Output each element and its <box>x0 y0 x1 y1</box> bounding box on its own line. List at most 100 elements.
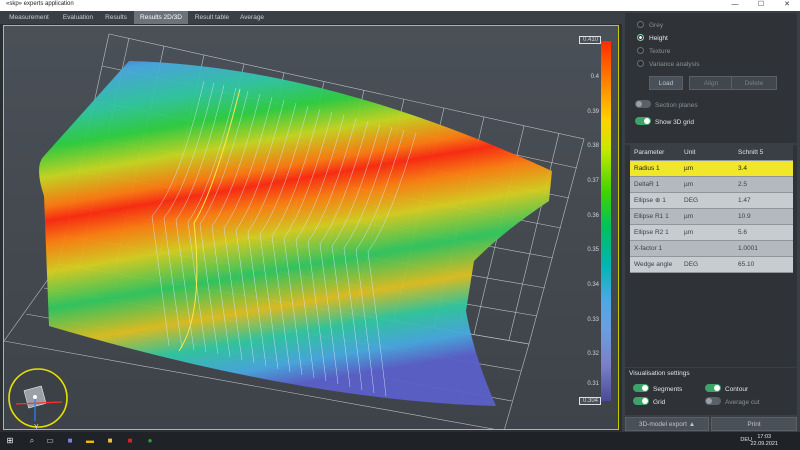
segments-toggle[interactable]: Segments <box>633 384 682 394</box>
radio-variance-analysis[interactable]: Variance analysis <box>637 60 699 71</box>
tab-evaluation[interactable]: Evaluation <box>56 11 100 24</box>
scale-max-label: 0.410 <box>579 36 601 44</box>
radio-indicator <box>637 47 644 54</box>
triangle-up-icon: ▲ <box>688 421 696 428</box>
radio-indicator <box>637 21 644 28</box>
search-icon[interactable]: ⌕ <box>26 435 38 447</box>
teams-icon[interactable]: ■ <box>64 435 76 447</box>
switch-off-indicator <box>705 397 721 405</box>
radio-label: Height <box>649 35 668 42</box>
tab-results[interactable]: Results <box>100 11 132 24</box>
folder-icon[interactable]: ■ <box>104 435 116 447</box>
switch-on-indicator <box>633 397 649 405</box>
cell-parameter: X-factor 1 <box>634 245 663 252</box>
tab-measurement[interactable]: Measurement <box>2 11 56 24</box>
align-button[interactable]: Align <box>689 76 733 90</box>
color-scale-bar: 0.410 0.4 0.39 0.38 0.37 0.36 0.35 0.34 … <box>579 31 615 405</box>
button-label: 3D-model export <box>638 421 687 428</box>
cell-unit: µm <box>684 229 694 236</box>
visualisation-settings-title: Visualisation settings <box>629 370 690 377</box>
cell-parameter: DeltaR 1 <box>634 181 660 188</box>
table-row[interactable]: DeltaR 1 µm 2.5 <box>630 177 793 193</box>
cell-parameter: Radius 1 <box>634 165 660 172</box>
task-view-icon[interactable]: ▭ <box>44 435 56 447</box>
tab-results-2d-3d[interactable]: Results 2D/3D <box>134 11 188 24</box>
cell-unit: µm <box>684 181 694 188</box>
taskbar-clock[interactable]: 17:03 22.09.2021 <box>750 434 778 448</box>
radio-grey[interactable]: Grey <box>637 21 663 32</box>
view-mode-panel: Grey Height Texture Variance analysis Lo… <box>625 13 797 143</box>
cell-parameter: Ellipse ⊕ 1 <box>634 197 666 204</box>
table-row[interactable]: Ellipse R2 1 µm 5.6 <box>630 225 793 241</box>
pdf-icon[interactable]: ■ <box>124 435 136 447</box>
visualisation-settings-panel: Visualisation settings Segments Contour … <box>625 368 797 415</box>
scale-tick: 0.39 <box>587 109 599 115</box>
cell-unit: µm <box>684 165 694 172</box>
parameter-table: Parameter Unit Schnitt 5 Radius 1 µm 3.4… <box>630 145 793 273</box>
cell-parameter: Ellipse R2 1 <box>634 229 669 236</box>
orientation-gizmo[interactable] <box>8 368 68 428</box>
cell-value: 10.9 <box>738 213 751 220</box>
toggle-label: Show 3D grid <box>655 119 695 126</box>
section-planes-toggle[interactable]: Section planes <box>635 100 698 110</box>
close-button[interactable]: ✕ <box>774 0 800 11</box>
browser-icon[interactable]: ● <box>144 435 156 447</box>
height-surface <box>39 61 552 406</box>
scale-tick: 0.4 <box>590 74 599 80</box>
scale-tick: 0.38 <box>587 143 599 149</box>
scale-tick: 0.32 <box>587 351 599 357</box>
scale-tick: 0.35 <box>587 247 599 253</box>
radio-label: Texture <box>649 48 671 55</box>
clock-date: 22.09.2021 <box>750 441 778 447</box>
bottom-buttons: 3D-model export ▲ Print <box>622 416 800 432</box>
cell-value: 3.4 <box>738 165 748 172</box>
table-row[interactable]: Ellipse R1 1 µm 10.9 <box>630 209 793 225</box>
cell-value: 2.5 <box>738 181 748 188</box>
tab-result-table[interactable]: Result table <box>190 11 234 24</box>
table-row[interactable]: Wedge angle DEG 65.10 <box>630 257 793 273</box>
average-cut-toggle[interactable]: Average cut <box>705 397 760 407</box>
cell-parameter: Wedge angle <box>634 261 673 268</box>
column-header: Unit <box>684 149 696 156</box>
maximize-button[interactable]: ☐ <box>748 0 774 11</box>
toggle-label: Section planes <box>655 102 698 109</box>
3d-model-export-button[interactable]: 3D-model export ▲ <box>625 417 709 431</box>
scale-tick: 0.33 <box>587 317 599 323</box>
switch-off-indicator <box>635 100 651 108</box>
scale-min-label: 0.304 <box>579 397 601 405</box>
cell-value: 5.6 <box>738 229 748 236</box>
cell-parameter: Ellipse R1 1 <box>634 213 669 220</box>
app-icon[interactable]: ▬ <box>84 435 96 447</box>
window-title: «skp» experts application <box>6 1 74 7</box>
os-taskbar: ⊞ ⌕ ▭ ■ ▬ ■ ■ ● DEU 17:03 22.09.2021 <box>0 432 800 450</box>
contour-toggle[interactable]: Contour <box>705 384 748 394</box>
load-button[interactable]: Load <box>649 76 683 90</box>
3d-viewport[interactable]: Y <box>3 25 619 430</box>
radio-height[interactable]: Height <box>637 34 668 45</box>
3d-surface-plot[interactable]: Y <box>4 26 619 430</box>
column-header: Schnitt 5 <box>738 149 764 156</box>
toggle-label: Grid <box>653 399 666 406</box>
show-3d-grid-toggle[interactable]: Show 3D grid <box>635 117 694 127</box>
tab-bar: Measurement Evaluation Results Results 2… <box>0 11 622 24</box>
tab-average[interactable]: Average <box>236 11 268 24</box>
cell-value: 65.10 <box>738 261 755 268</box>
cell-unit: DEG <box>684 261 699 268</box>
table-row[interactable]: X-factor 1 1.0001 <box>630 241 793 257</box>
table-header: Parameter Unit Schnitt 5 <box>630 145 793 161</box>
grid-toggle[interactable]: Grid <box>633 397 665 407</box>
print-button[interactable]: Print <box>711 417 797 431</box>
table-row[interactable]: Ellipse ⊕ 1 DEG 1.47 <box>630 193 793 209</box>
radio-texture[interactable]: Texture <box>637 47 670 58</box>
scale-tick: 0.36 <box>587 213 599 219</box>
column-header: Parameter <box>634 149 665 156</box>
scale-tick: 0.34 <box>587 282 599 288</box>
toggle-label: Contour <box>725 386 749 393</box>
windows-start-icon[interactable]: ⊞ <box>4 435 16 447</box>
table-row[interactable]: Radius 1 µm 3.4 <box>630 161 793 177</box>
toggle-label: Segments <box>653 386 683 393</box>
cell-unit: µm <box>684 213 694 220</box>
clock-time: 17:03 <box>757 434 772 440</box>
delete-button[interactable]: Delete <box>731 76 777 90</box>
minimize-button[interactable]: — <box>722 0 748 11</box>
